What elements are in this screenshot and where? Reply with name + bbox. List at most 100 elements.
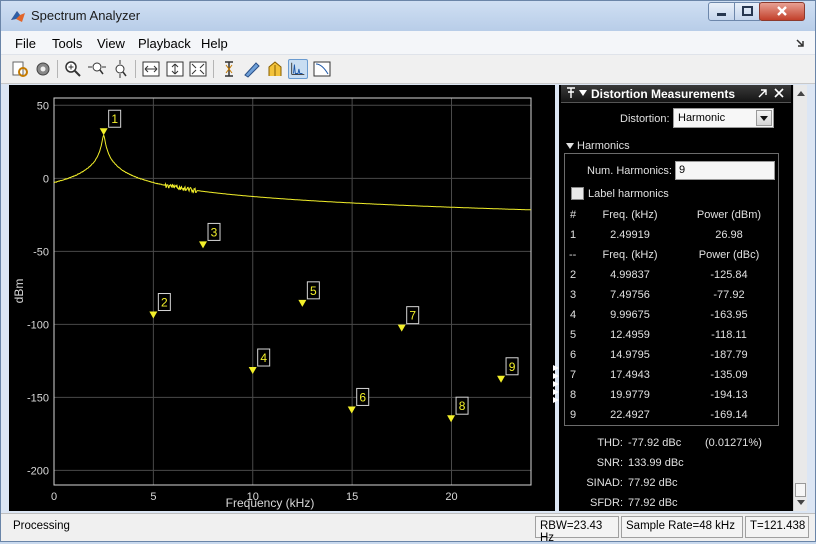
col-power-dbc-header: Power (dBc) — [698, 249, 760, 261]
harmonic-marker[interactable]: 2 — [149, 293, 171, 319]
maximize-button[interactable] — [734, 2, 760, 21]
window-title: Spectrum Analyzer — [31, 8, 141, 23]
panel-header[interactable]: Distortion Measurements — [561, 85, 791, 103]
toolbar — [1, 55, 815, 84]
marker-triangle — [199, 241, 208, 249]
spectrum-chart[interactable]: 500-50-100-150-200 0 5 10 15 20 123456789 Fr… — [9, 85, 555, 511]
x-tick-label: 20 — [445, 491, 457, 503]
distortion-select[interactable]: Harmonic — [673, 108, 774, 128]
pin-icon[interactable] — [565, 87, 577, 99]
print-preview-icon[interactable] — [10, 59, 30, 79]
col-freq-header-2: Freq. (kHz) — [602, 249, 658, 261]
distortion-label: Distortion: — [620, 113, 670, 125]
harmonic-freq: 19.9779 — [610, 389, 650, 401]
distortion-value: Harmonic — [678, 112, 726, 124]
harmonic-freq: 14.9795 — [610, 349, 650, 361]
collapse-triangle-icon[interactable] — [577, 87, 589, 99]
harmonic-n: 6 — [570, 349, 577, 361]
label-harmonics-text[interactable]: Label harmonics — [588, 188, 669, 200]
panel-scrollbar[interactable] — [793, 85, 807, 511]
num-harmonics-input[interactable]: 9 — [675, 161, 775, 180]
scroll-down-icon[interactable] — [796, 499, 806, 507]
dropdown-button[interactable] — [756, 110, 772, 126]
close-button[interactable] — [759, 2, 805, 21]
harmonic-marker[interactable]: 5 — [298, 281, 320, 307]
panel-close-icon[interactable] — [773, 87, 785, 99]
zoom-x-icon[interactable] — [87, 59, 107, 79]
menu-view[interactable]: View — [97, 36, 125, 51]
y-tick-label: 50 — [37, 100, 49, 112]
zoom-y-icon[interactable] — [110, 59, 130, 79]
data-cursor-icon[interactable] — [219, 59, 239, 79]
harmonic-marker[interactable]: 7 — [397, 306, 420, 332]
menu-file[interactable]: File — [15, 36, 36, 51]
fund-n: 1 — [570, 229, 577, 241]
harmonic-marker[interactable]: 4 — [248, 348, 271, 375]
marker-triangle — [248, 367, 257, 375]
minimize-button[interactable] — [708, 2, 735, 21]
peak-finder-icon[interactable] — [242, 59, 262, 79]
spectrum-plot-area[interactable]: 50 0 -50 -100 -150 -200 0 5 10 15 20 123456789 Fr… — [9, 85, 559, 511]
harmonic-marker[interactable]: 3 — [199, 222, 221, 249]
summary-value: 77.92 dBc — [628, 477, 678, 489]
harmonic-freq: 12.4959 — [610, 329, 650, 341]
marker-triangle — [298, 299, 307, 307]
status-state: Processing — [13, 520, 70, 532]
harmonic-power: -163.95 — [710, 309, 748, 321]
scale-x-icon[interactable] — [141, 59, 161, 79]
status-rbw: RBW=23.43 Hz — [535, 516, 619, 544]
summary-label: SFDR: — [590, 497, 623, 509]
autoscale-icon[interactable] — [188, 59, 208, 79]
scale-y-icon[interactable] — [165, 59, 185, 79]
distortion-measure-icon[interactable] — [288, 59, 308, 79]
scroll-up-icon[interactable] — [796, 89, 806, 97]
summary-value: 133.99 dBc — [628, 457, 684, 469]
harmonic-n: 4 — [570, 309, 577, 321]
undock-icon[interactable] — [757, 87, 769, 99]
harmonic-marker[interactable]: 9 — [497, 357, 519, 383]
harmonic-marker[interactable]: 8 — [447, 396, 469, 423]
settings-icon[interactable] — [33, 59, 53, 79]
status-sample-rate: Sample Rate=48 kHz — [621, 516, 743, 538]
col-hash-header: # — [570, 209, 577, 221]
scroll-thumb[interactable] — [795, 483, 806, 497]
summary-value: -77.92 dBc — [628, 437, 682, 449]
marker-label: 6 — [359, 390, 366, 404]
dock-arrow-icon[interactable] — [795, 38, 807, 48]
harmonic-n: 2 — [570, 269, 577, 281]
harmonic-power: -135.09 — [710, 369, 748, 381]
harmonic-marker[interactable]: 6 — [347, 387, 370, 414]
ccdf-icon[interactable] — [312, 59, 332, 79]
title-bar[interactable]: Spectrum Analyzer — [1, 1, 815, 31]
zoom-in-icon[interactable] — [63, 59, 83, 79]
harmonic-freq: 22.4927 — [610, 409, 650, 421]
menu-help[interactable]: Help — [201, 36, 228, 51]
matlab-icon — [11, 11, 25, 22]
col-power-dbm-header: Power (dBm) — [696, 209, 762, 221]
marker-label: 5 — [310, 284, 317, 298]
y-tick-label: -200 — [27, 465, 49, 477]
harmonic-n: 7 — [570, 369, 577, 381]
menu-tools[interactable]: Tools — [52, 36, 82, 51]
y-axis-label: dBm — [12, 279, 26, 304]
menu-playback[interactable]: Playback — [138, 36, 191, 51]
panel-title: Distortion Measurements — [591, 87, 736, 101]
harmonic-power: -77.92 — [713, 289, 745, 301]
marker-triangle — [99, 128, 108, 136]
marker-label: 1 — [111, 112, 118, 126]
harmonic-freq: 9.99675 — [610, 309, 650, 321]
marker-label: 9 — [509, 360, 516, 374]
harmonic-power: -118.11 — [711, 329, 747, 341]
x-tick-label: 15 — [346, 491, 358, 503]
status-time: T=121.438 — [745, 516, 809, 538]
marker-label: 8 — [459, 399, 466, 413]
harmonics-collapse-icon[interactable] — [565, 141, 575, 151]
harmonic-marker[interactable]: 1 — [99, 109, 122, 136]
fund-freq: 2.49919 — [610, 229, 650, 241]
label-harmonics-checkbox[interactable] — [571, 187, 584, 200]
harmonic-power: -169.14 — [710, 409, 748, 421]
marker-label: 3 — [211, 225, 218, 239]
cursor-measure-icon[interactable] — [265, 59, 285, 79]
harmonic-n: 5 — [570, 329, 577, 341]
harmonics-header[interactable]: Harmonics — [577, 140, 630, 152]
